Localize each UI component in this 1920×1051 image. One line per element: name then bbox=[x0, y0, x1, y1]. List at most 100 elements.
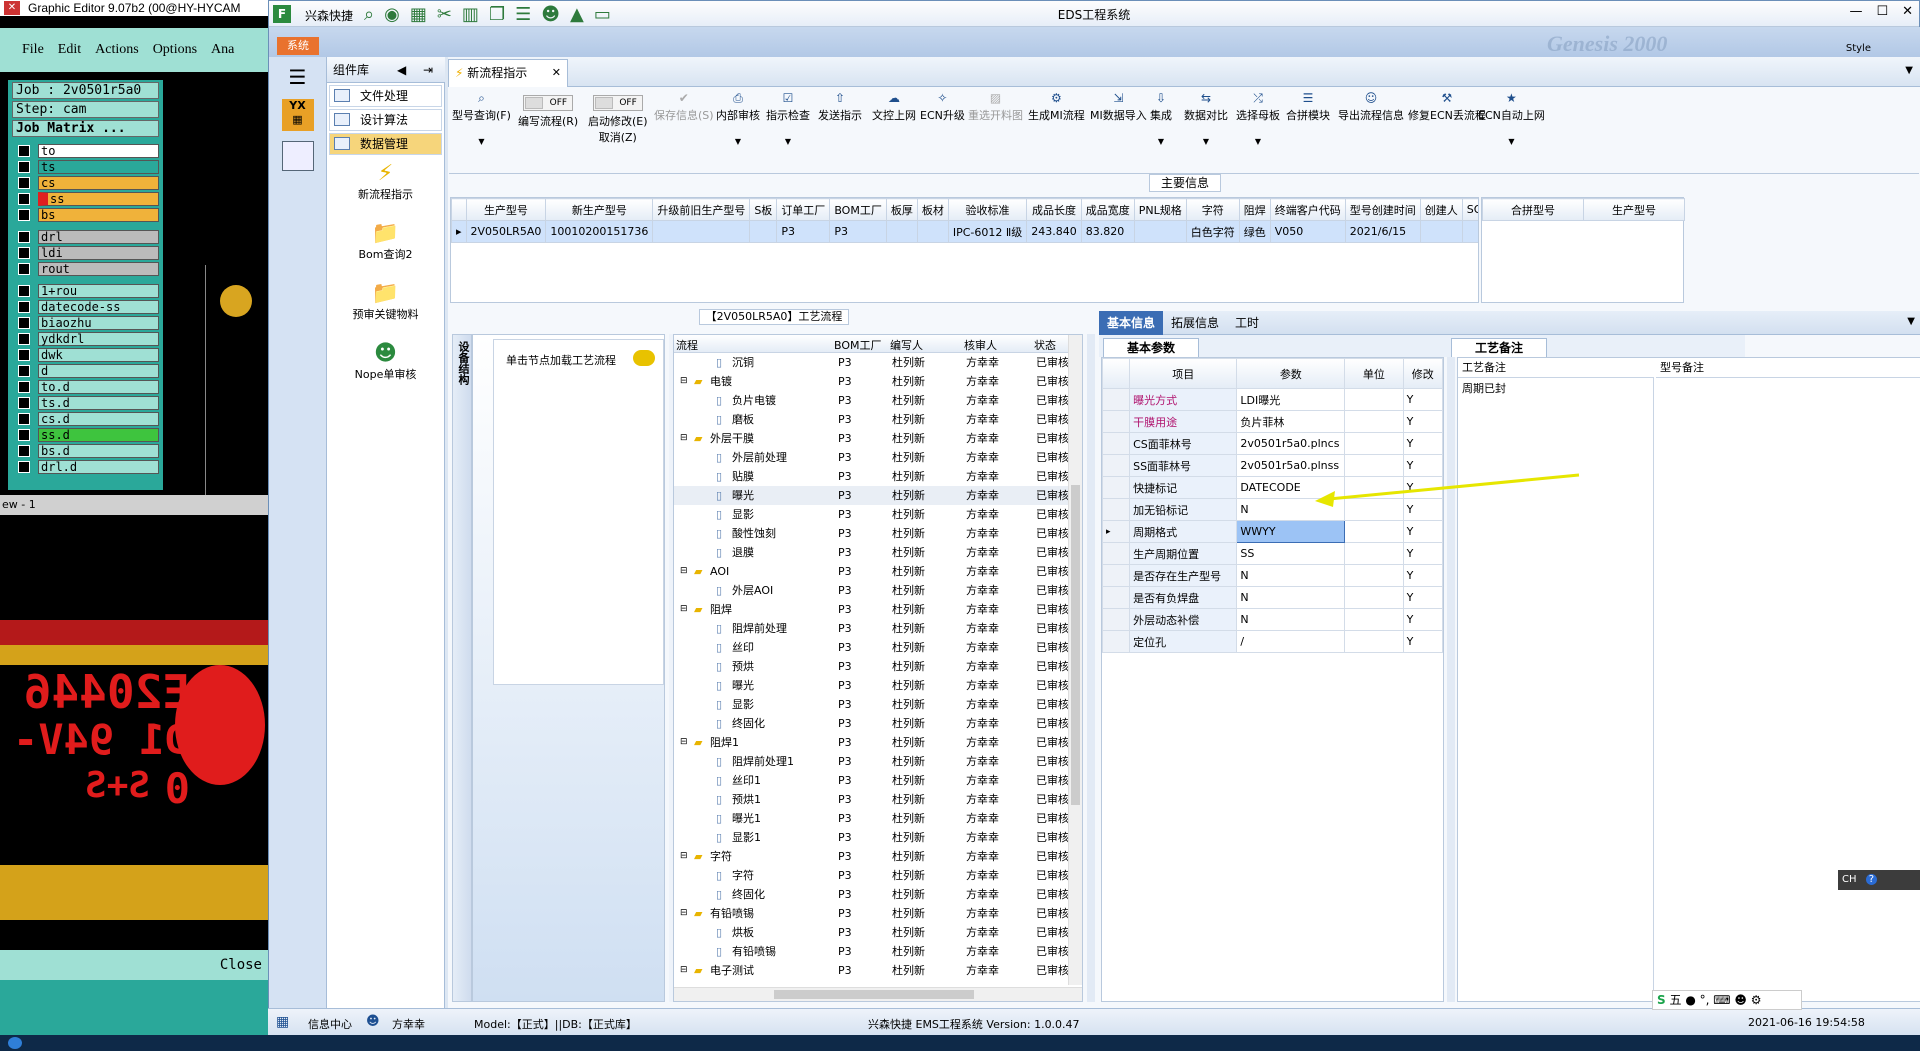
main-col-header[interactable]: 创建人 bbox=[1419, 198, 1463, 221]
toolbar-button-1[interactable]: OFF 编写流程(R) bbox=[518, 91, 578, 129]
chevron-down-icon[interactable]: ▼ bbox=[1184, 137, 1228, 146]
param-row[interactable]: 干膜用途 负片菲林 Y bbox=[1101, 410, 1444, 433]
layer-checkbox[interactable] bbox=[18, 209, 30, 221]
collapse-icon[interactable]: ⊟ bbox=[680, 562, 688, 581]
off-toggle[interactable]: OFF bbox=[523, 95, 574, 111]
tree-col-header[interactable]: 状态 bbox=[1034, 337, 1056, 353]
calculator-icon[interactable] bbox=[281, 141, 314, 171]
layer-checkbox[interactable] bbox=[18, 161, 30, 173]
param-value[interactable]: / bbox=[1236, 630, 1346, 653]
tree-node[interactable]: ⊟ ▰ 阻焊1 P3 杜列新 方幸幸 已审核 bbox=[674, 733, 1082, 752]
start-button-icon[interactable] bbox=[8, 1037, 22, 1049]
main-col-header[interactable]: 生产型号 bbox=[465, 198, 547, 221]
param-modify[interactable]: Y bbox=[1402, 586, 1444, 609]
tree-col-header[interactable]: 编写人 bbox=[890, 337, 923, 353]
param-unit[interactable] bbox=[1344, 564, 1404, 587]
main-cell[interactable]: 2021/6/15 bbox=[1344, 220, 1421, 243]
system-menu-tab[interactable]: 系统 bbox=[277, 37, 319, 55]
layer-checkbox[interactable] bbox=[18, 177, 30, 189]
model-note-textarea[interactable] bbox=[1656, 378, 1920, 1003]
cam-close-button[interactable]: Close bbox=[0, 950, 268, 980]
layer-checkbox[interactable] bbox=[18, 445, 30, 457]
collapse-icon[interactable]: ⊟ bbox=[680, 429, 688, 448]
cam-layer-row[interactable]: dwk bbox=[12, 347, 159, 363]
main-cell[interactable]: 243.840 bbox=[1026, 220, 1082, 243]
toolbar-button-10[interactable]: ⚙ 生成MI流程 bbox=[1028, 91, 1085, 123]
cam-layer-row[interactable]: cs bbox=[12, 175, 159, 191]
splitter[interactable] bbox=[1447, 357, 1455, 1002]
main-col-header[interactable]: 板厚 bbox=[885, 198, 918, 221]
pin-icon[interactable]: ⇥ bbox=[423, 57, 433, 83]
tree-node[interactable]: ⊟ ▰ 电镀 P3 杜列新 方幸幸 已审核 bbox=[674, 372, 1082, 391]
cam-close-icon[interactable]: ✕ bbox=[4, 1, 20, 15]
param-value[interactable]: N bbox=[1236, 586, 1346, 609]
tree-node[interactable]: ▯ 退膜 P3 杜列新 方幸幸 已审核 bbox=[674, 543, 1082, 562]
nav-item-1[interactable]: 设计算法 bbox=[329, 109, 442, 131]
main-cell[interactable] bbox=[749, 220, 778, 243]
merge-header[interactable]: 生产型号 bbox=[1583, 198, 1685, 221]
main-col-header[interactable]: 成品宽度 bbox=[1080, 198, 1135, 221]
main-cell[interactable]: 10010200151736 bbox=[545, 220, 654, 243]
cam-layer-row[interactable]: datecode-ss bbox=[12, 299, 159, 315]
cam-layer-row[interactable]: ss bbox=[12, 191, 159, 207]
cam-menu-edit[interactable]: Edit bbox=[58, 42, 81, 58]
layer-checkbox[interactable] bbox=[18, 145, 30, 157]
cam-layer-row[interactable]: rout bbox=[12, 261, 159, 277]
chevron-down-icon[interactable]: ▼ bbox=[1150, 137, 1172, 146]
main-cell[interactable]: 83.820 bbox=[1080, 220, 1135, 243]
param-row[interactable]: 定位孔 / Y bbox=[1101, 630, 1444, 653]
tree-node[interactable]: ▯ 负片电镀 P3 杜列新 方幸幸 已审核 bbox=[674, 391, 1082, 410]
toolbar-button-5[interactable]: ☑ 指示检查 ▼ bbox=[766, 91, 810, 146]
param-row[interactable]: 是否有负焊盘 N Y bbox=[1101, 586, 1444, 609]
layer-checkbox[interactable] bbox=[18, 301, 30, 313]
param-modify[interactable]: Y bbox=[1402, 542, 1444, 565]
yx-module-icon[interactable]: YX ▦ bbox=[281, 99, 314, 131]
nav-item-0[interactable]: 文件处理 bbox=[329, 85, 442, 107]
tree-node[interactable]: ▯ 预烘 P3 杜列新 方幸幸 已审核 bbox=[674, 657, 1082, 676]
component-item-3[interactable]: ☻ Nope单审核 bbox=[327, 341, 444, 397]
param-modify[interactable]: Y bbox=[1402, 564, 1444, 587]
cam-layer-row[interactable]: ldi bbox=[12, 245, 159, 261]
layer-checkbox[interactable] bbox=[18, 333, 30, 345]
layer-checkbox[interactable] bbox=[18, 285, 30, 297]
main-cell[interactable] bbox=[652, 220, 751, 243]
layer-checkbox[interactable] bbox=[18, 193, 30, 205]
param-value[interactable]: LDI曝光 bbox=[1236, 388, 1346, 411]
tree-node[interactable]: ▯ 曝光 P3 杜列新 方幸幸 已审核 bbox=[674, 676, 1082, 695]
tab-basic-params[interactable]: 基本参数 bbox=[1103, 338, 1199, 357]
param-unit[interactable] bbox=[1344, 410, 1404, 433]
tree-col-header[interactable]: 流程 bbox=[676, 337, 698, 353]
cam-layer-row[interactable]: bs.d bbox=[12, 443, 159, 459]
layer-checkbox[interactable] bbox=[18, 263, 30, 275]
main-col-header[interactable]: 成品长度 bbox=[1026, 198, 1082, 221]
main-col-header[interactable]: 终端客户代码 bbox=[1269, 198, 1346, 221]
main-col-header[interactable]: 字符 bbox=[1185, 198, 1240, 221]
cam-layer-row[interactable]: 1+rou bbox=[12, 283, 159, 299]
tree-node[interactable]: ⊟ ▰ AOI P3 杜列新 方幸幸 已审核 bbox=[674, 562, 1082, 581]
tree-node[interactable]: ▯ 显影1 P3 杜列新 方幸幸 已审核 bbox=[674, 828, 1082, 847]
main-col-header[interactable]: 新生产型号 bbox=[545, 198, 654, 221]
tab-info-0[interactable]: 基本信息 bbox=[1099, 311, 1164, 335]
component-item-2[interactable]: 📁 预审关键物料 bbox=[327, 281, 444, 337]
tree-node[interactable]: ▯ 阻焊前处理 P3 杜列新 方幸幸 已审核 bbox=[674, 619, 1082, 638]
param-modify[interactable]: Y bbox=[1402, 630, 1444, 653]
main-col-header[interactable]: BOM工厂 bbox=[829, 198, 887, 221]
merge-header[interactable]: 合拼型号 bbox=[1482, 198, 1584, 221]
param-row[interactable]: 曝光方式 LDI曝光 Y bbox=[1101, 388, 1444, 411]
tree-node[interactable]: ▯ 预烘1 P3 杜列新 方幸幸 已审核 bbox=[674, 790, 1082, 809]
param-row[interactable]: 外层动态补偿 N Y bbox=[1101, 608, 1444, 631]
grid-menu-icon[interactable]: ▦ bbox=[276, 1014, 289, 1030]
tree-node[interactable]: ▯ 字符 P3 杜列新 方幸幸 已审核 bbox=[674, 866, 1082, 885]
main-col-header[interactable]: 升级前旧生产型号 bbox=[652, 198, 751, 221]
layer-checkbox[interactable] bbox=[18, 317, 30, 329]
chevron-down-icon[interactable]: ▼ bbox=[716, 137, 760, 146]
cam-layer-row[interactable]: biaozhu bbox=[12, 315, 159, 331]
tree-node[interactable]: ▯ 丝印 P3 杜列新 方幸幸 已审核 bbox=[674, 638, 1082, 657]
main-cell[interactable]: IPC-6012 Ⅱ级 bbox=[947, 220, 1028, 243]
tree-node[interactable]: ▯ 磨板 P3 杜列新 方幸幸 已审核 bbox=[674, 410, 1082, 429]
param-value[interactable]: 2v0501r5a0.plncs bbox=[1236, 432, 1346, 455]
main-info-row[interactable]: ▸ 2V050LR5A0 10010200151736 P3 P3 IPC-6012 Ⅱ级… bbox=[451, 220, 1478, 243]
splitter[interactable] bbox=[1087, 334, 1095, 1002]
param-value[interactable]: N bbox=[1236, 608, 1346, 631]
tree-node[interactable]: ▯ 外层AOI P3 杜列新 方幸幸 已审核 bbox=[674, 581, 1082, 600]
